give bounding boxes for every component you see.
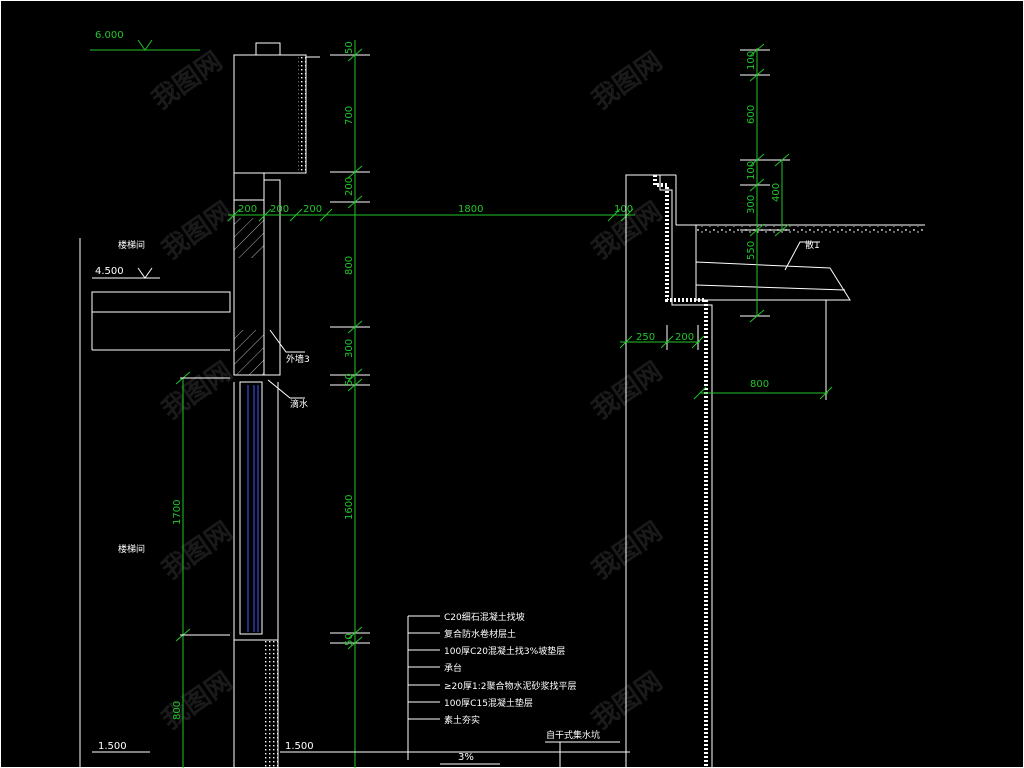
dim-label: 200 [675, 332, 694, 343]
dim-label: 50 [344, 41, 355, 54]
dim-label: 100 [614, 204, 633, 215]
dim-label: 100 [746, 51, 757, 70]
elevation-label: 6.000 [95, 30, 124, 41]
dim-label: 50 [344, 373, 355, 386]
layer-note: ≥20厚1:2聚合物水泥砂浆找平层 [444, 680, 576, 692]
dim-label: 800 [172, 701, 183, 720]
room-label: 楼梯间 [118, 239, 145, 251]
dim-label: 1700 [172, 500, 183, 525]
slope-label: 3% [458, 752, 474, 763]
dim-label: 100 [746, 161, 757, 180]
parapet-wall [233, 42, 320, 174]
dim-label: 700 [344, 106, 355, 125]
callout-label: 自干式集水坑 [546, 729, 600, 741]
elevation-ground-mid: 1.500 3% [280, 741, 630, 765]
elevation-floor: 4.500 [92, 266, 160, 279]
dim-label: 200 [270, 204, 289, 215]
elevation-label: 4.500 [95, 266, 124, 277]
dim-label: 800 [750, 379, 769, 390]
right-ground [676, 224, 925, 301]
layer-note: 复合防水卷材层土 [444, 628, 516, 640]
layer-note: C20细石混凝土找坡 [444, 611, 525, 623]
callout-label: 外墙3 [286, 353, 310, 365]
watermark-text: 我图网 [157, 356, 238, 425]
layer-note: 100厚C15混凝土垫层 [444, 697, 533, 709]
floor-slab [91, 291, 231, 313]
horizontal-dimension-chain: 200 200 200 1800 100 [227, 204, 635, 222]
dim-label: 200 [344, 177, 355, 196]
dim-label: 200 [238, 204, 257, 215]
dim-label: 600 [746, 105, 757, 124]
dim-label: 250 [636, 332, 655, 343]
watermark-layer: 我图网 我图网 我图网 我图网 我图网 我图网 我图网 我图网 我图网 我图网 [147, 46, 668, 735]
elevation-label: 1.500 [98, 741, 127, 752]
callout-drip: 滴水 [267, 379, 308, 410]
elevation-ground-left: 1.500 [92, 741, 150, 753]
dim-label: 50 [344, 633, 355, 646]
lower-wall [233, 639, 279, 768]
dim-label: 300 [746, 195, 757, 214]
watermark-text: 我图网 [157, 196, 238, 265]
callout-pit: 自干式集水坑 [545, 729, 620, 768]
dim-label: 400 [771, 183, 782, 202]
watermark-text: 我图网 [587, 46, 668, 115]
watermark-text: 我图网 [157, 666, 238, 735]
dim-label: 800 [344, 256, 355, 275]
window-opening [233, 381, 279, 640]
watermark-text: 我图网 [147, 46, 228, 115]
callout-label: 滴水 [290, 398, 308, 410]
watermark-text: 我图网 [587, 516, 668, 585]
layer-note: 100厚C20混凝土找3%坡垫层 [444, 645, 565, 657]
watermark-text: 我图网 [157, 516, 238, 585]
callout-right: 散1 [784, 239, 820, 271]
layer-note: 承台 [444, 662, 462, 674]
callout-wall: 外墙3 [269, 329, 310, 365]
right-dimension-chain: 100 600 100 300 400 550 [740, 43, 790, 323]
cad-section-drawing: 我图网 我图网 我图网 我图网 我图网 我图网 我图网 我图网 我图网 我图网 … [0, 0, 1024, 768]
elevation-label: 1.500 [285, 741, 314, 752]
callout-label: 散1 [805, 239, 820, 251]
watermark-text: 我图网 [587, 356, 668, 425]
dim-label: 550 [746, 241, 757, 260]
room-label: 楼梯间 [118, 543, 145, 555]
dim-label: 300 [344, 339, 355, 358]
dim-label: 1800 [458, 204, 483, 215]
elevation-top: 6.000 [90, 30, 200, 51]
dim-label: 1600 [344, 495, 355, 520]
layer-note: 素土夯实 [444, 714, 480, 726]
watermark-text: 我图网 [587, 666, 668, 735]
coping-cap [255, 42, 281, 56]
dim-label: 200 [303, 204, 322, 215]
middle-dimension-chain: 50 700 200 800 300 50 1600 50 [330, 40, 370, 768]
